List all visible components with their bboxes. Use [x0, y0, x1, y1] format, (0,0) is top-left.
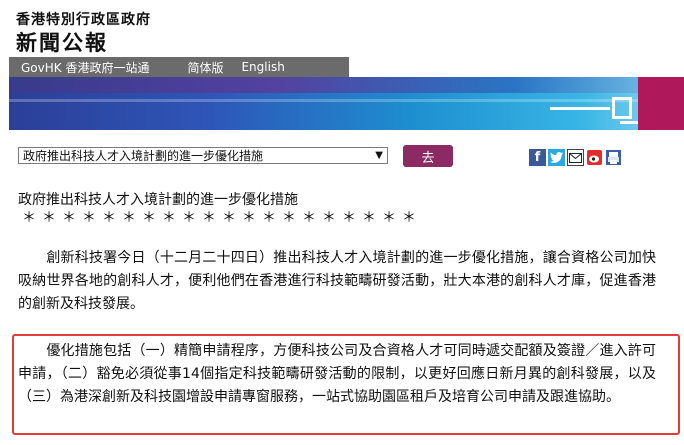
- page-title[interactable]: 新聞公報: [16, 27, 108, 57]
- article-paragraph-1: 創新科技署今日（十二月二十四日）推出科技人才入境計劃的進一步優化措施，讓合資格公…: [18, 250, 656, 312]
- nav-simplified-link[interactable]: 简体版: [187, 59, 223, 76]
- article-select[interactable]: 政府推出科技人才入境計劃的進一步優化措施 ▼: [18, 147, 388, 164]
- facebook-icon[interactable]: f: [529, 149, 546, 166]
- print-icon[interactable]: [605, 149, 622, 166]
- nav-english-link[interactable]: English: [241, 60, 284, 74]
- title-divider: ＊＊＊＊＊＊＊＊＊＊＊＊＊＊＊＊＊＊＊＊: [22, 210, 422, 226]
- twitter-icon[interactable]: [548, 149, 565, 166]
- chevron-down-icon: ▼: [375, 150, 383, 161]
- weibo-icon[interactable]: [586, 149, 603, 166]
- header-banner: [9, 77, 684, 130]
- email-icon[interactable]: [567, 149, 584, 166]
- nav-govhk-link[interactable]: GovHK 香港政府一站通: [21, 59, 149, 76]
- gov-name: 香港特別行政區政府: [16, 12, 151, 28]
- share-icons: f: [529, 149, 622, 166]
- top-nav: GovHK 香港政府一站通 简体版 English: [9, 57, 349, 77]
- article-title: 政府推出科技人才入境計劃的進一步優化措施: [18, 192, 298, 208]
- page-header: 香港特別行政區政府 新聞公報: [0, 0, 684, 58]
- article-paragraph-2: 優化措施包括（一）精簡申請程序，方便科技公司及合資格人才可同時遞交配額及簽證／進…: [18, 343, 656, 405]
- go-button[interactable]: 去: [403, 145, 453, 167]
- article-select-value: 政府推出科技人才入境計劃的進一步優化措施: [23, 149, 264, 163]
